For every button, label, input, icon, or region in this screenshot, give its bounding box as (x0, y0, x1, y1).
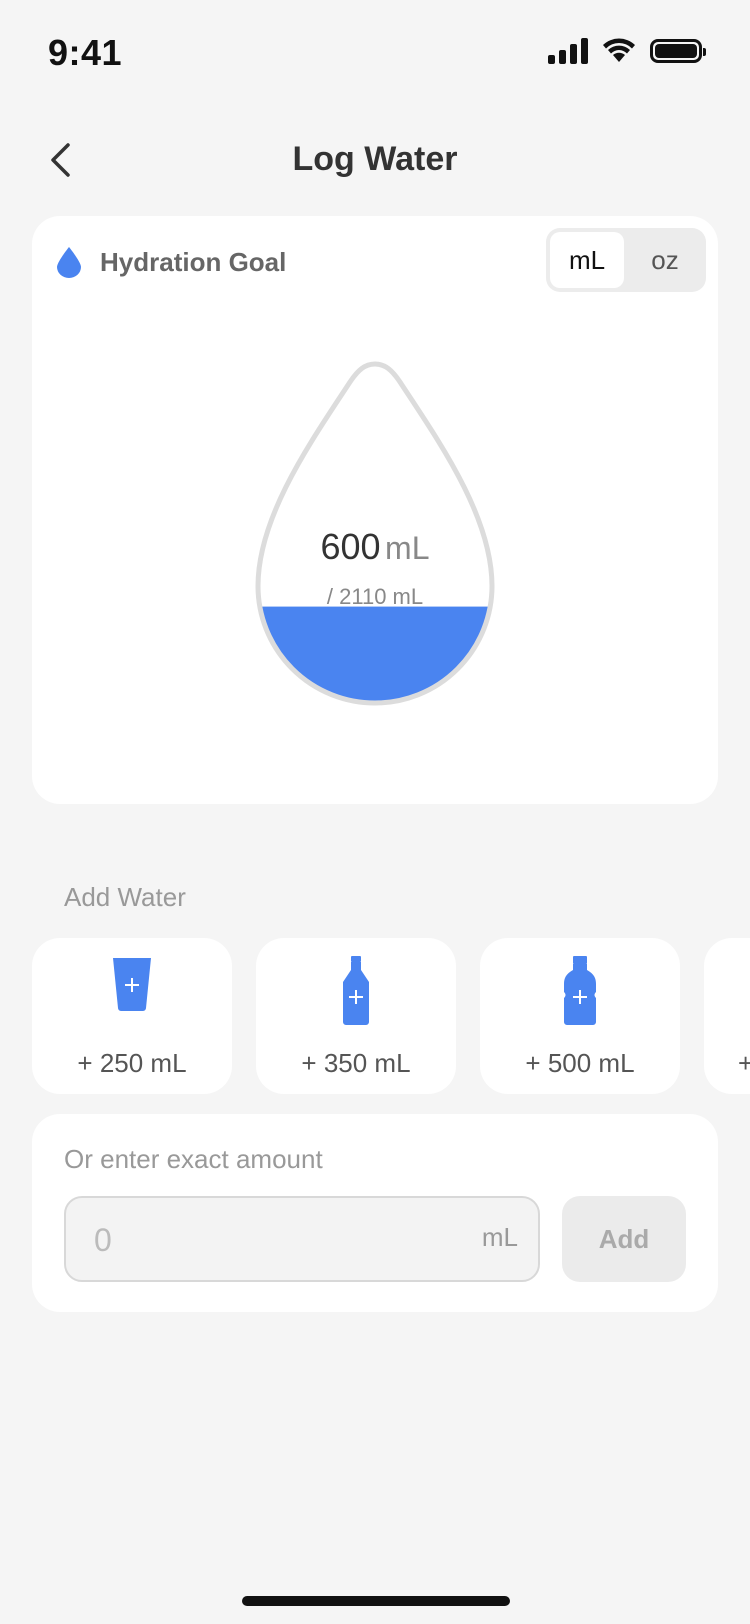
unit-option-ml[interactable]: mL (550, 232, 624, 288)
battery-icon (650, 39, 706, 63)
quick-add-350-button[interactable]: + 350 mL (256, 938, 456, 1094)
status-time: 9:41 (48, 32, 123, 73)
water-fill (258, 606, 492, 703)
hydration-goal-card: Hydration Goal mL oz 600 mL / 2110 mL (32, 216, 718, 804)
quick-add-250-button[interactable]: + 250 mL (32, 938, 232, 1094)
home-indicator (242, 1596, 510, 1606)
wifi-icon (603, 38, 635, 62)
current-amount-value: 600 (320, 526, 381, 567)
progress-drop: 600 mL / 2110 mL (32, 356, 718, 736)
unit-toggle: mL oz (546, 228, 706, 292)
quick-add-more-button[interactable]: + (704, 938, 750, 1094)
quick-add-label: + 350 mL (301, 1048, 411, 1078)
quick-add-500-button[interactable]: + 500 mL (480, 938, 680, 1094)
page-title: Log Water (292, 140, 458, 178)
header: Log Water (0, 128, 750, 192)
exact-amount-field: mL (64, 1196, 540, 1282)
quick-add-label: + (738, 1048, 750, 1078)
quick-add-label: + 500 mL (525, 1048, 635, 1078)
current-amount: 600 mL (32, 526, 718, 568)
status-bar: 9:41 (0, 0, 750, 110)
bottle-icon (343, 956, 369, 1025)
goal-header: Hydration Goal (56, 246, 286, 278)
add-button[interactable]: Add (562, 1196, 686, 1282)
quick-add-label: + 250 mL (77, 1048, 187, 1078)
add-water-label: Add Water (64, 882, 186, 912)
exact-amount-unit: mL (481, 1222, 518, 1252)
goal-title: Hydration Goal (100, 246, 287, 277)
exact-amount-input[interactable] (92, 1198, 436, 1282)
status-icons (548, 38, 706, 64)
cup-icon (113, 958, 151, 1011)
cellular-signal-icon (548, 38, 588, 64)
current-amount-unit: mL (385, 530, 430, 566)
unit-option-oz[interactable]: oz (628, 232, 702, 288)
quick-add-row: + 250 mL + 350 mL + 500 mL + (32, 938, 750, 1094)
water-drop-icon (57, 247, 81, 278)
exact-amount-card: Or enter exact amount mL Add (32, 1114, 718, 1312)
goal-amount: / 2110 mL (326, 584, 424, 609)
large-bottle-icon (564, 956, 596, 1025)
exact-amount-label: Or enter exact amount (64, 1144, 323, 1174)
